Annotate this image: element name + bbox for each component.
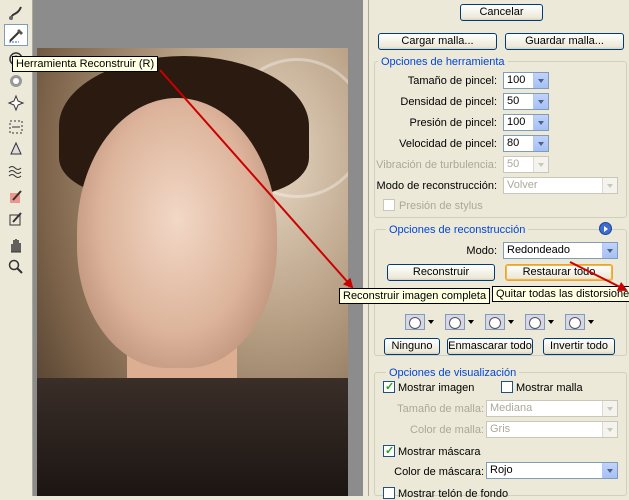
- chevron-down-icon: [602, 422, 617, 437]
- chevron-down-icon[interactable]: [602, 463, 617, 478]
- show-mask-label: Mostrar máscara: [398, 446, 481, 458]
- tool-options-legend: Opciones de herramienta: [378, 56, 508, 68]
- chevron-down-icon: [602, 178, 617, 193]
- pucker-icon[interactable]: [4, 70, 28, 92]
- brush-rate-input[interactable]: 80: [503, 135, 549, 152]
- brush-pressure-input[interactable]: 100: [503, 114, 549, 131]
- show-backdrop-label: Mostrar telón de fondo: [398, 488, 509, 500]
- reconstruct-tooltip: Reconstruir imagen completa: [339, 288, 491, 304]
- reconstruct-icon[interactable]: [4, 24, 28, 46]
- mask-intersect-icon[interactable]: [525, 314, 554, 330]
- warp-icon[interactable]: [4, 2, 28, 24]
- mirror-icon[interactable]: [4, 138, 28, 160]
- mask-color-select[interactable]: Rojo: [486, 462, 618, 479]
- reconstruct-button[interactable]: Reconstruir: [387, 264, 495, 281]
- hand-icon[interactable]: [4, 234, 28, 256]
- turbulence-icon[interactable]: [4, 160, 28, 182]
- mesh-size-label: Tamaño de malla:: [397, 403, 484, 415]
- chevron-down-icon[interactable]: [533, 94, 548, 109]
- mask-none-button[interactable]: Ninguno: [384, 338, 440, 355]
- brush-pressure-label: Presión de pincel:: [409, 117, 497, 129]
- invert-all-button[interactable]: Invertir todo: [543, 338, 615, 355]
- stylus-pressure-label: Presión de stylus: [399, 200, 483, 212]
- mesh-color-select: Gris: [486, 421, 618, 438]
- brush-size-label: Tamaño de pincel:: [407, 75, 497, 87]
- brush-rate-label: Velocidad de pincel:: [399, 138, 497, 150]
- mask-add-icon[interactable]: [445, 314, 474, 330]
- mesh-size-select: Mediana: [486, 400, 618, 417]
- zoom-icon[interactable]: [4, 256, 28, 278]
- panel-menu-icon[interactable]: [599, 222, 612, 235]
- bloat-icon[interactable]: [4, 92, 28, 114]
- turbulent-jitter-label: Vibración de turbulencia:: [376, 159, 497, 171]
- chevron-down-icon[interactable]: [533, 73, 548, 88]
- liquify-toolbar: [0, 0, 33, 496]
- reconstruct-options-legend: Opciones de reconstrucción: [386, 224, 529, 236]
- chevron-down-icon: [602, 401, 617, 416]
- mesh-color-label: Color de malla:: [410, 424, 484, 436]
- view-options-legend: Opciones de visualización: [386, 367, 520, 379]
- brush-density-input[interactable]: 50: [503, 93, 549, 110]
- cancel-button[interactable]: Cancelar: [460, 4, 543, 21]
- preview-image[interactable]: [37, 48, 348, 496]
- chevron-down-icon[interactable]: [533, 115, 548, 130]
- show-mask-checkbox[interactable]: [383, 444, 395, 457]
- show-mesh-label: Mostrar malla: [516, 382, 583, 394]
- mode-select[interactable]: Redondeado: [503, 242, 618, 259]
- restore-all-button[interactable]: Restaurar todo: [505, 264, 613, 281]
- chevron-down-icon[interactable]: [533, 136, 548, 151]
- mask-invert-icon[interactable]: [565, 314, 594, 330]
- chevron-down-icon: [533, 157, 548, 172]
- reconstruct-mode-label: Modo de reconstrucción:: [376, 180, 497, 192]
- restore-tooltip: Quitar todas las distorsiones: [492, 286, 629, 302]
- reconstruct-mode-select: Volver: [503, 177, 618, 194]
- mask-color-label: Color de máscara:: [394, 466, 484, 478]
- mode-label: Modo:: [466, 245, 497, 257]
- save-mesh-button[interactable]: Guardar malla...: [505, 33, 624, 50]
- show-backdrop-checkbox[interactable]: [383, 487, 395, 499]
- mask-replace-icon[interactable]: [405, 314, 434, 330]
- push-left-icon[interactable]: [4, 116, 28, 138]
- tool-tooltip: Herramienta Reconstruir (R): [12, 56, 159, 72]
- show-image-checkbox[interactable]: [383, 380, 395, 393]
- stylus-pressure-checkbox: [383, 199, 395, 211]
- load-mesh-button[interactable]: Cargar malla...: [378, 33, 497, 50]
- show-image-label: Mostrar imagen: [398, 382, 475, 394]
- chevron-down-icon[interactable]: [602, 243, 617, 258]
- mask-subtract-icon[interactable]: [485, 314, 514, 330]
- thaw-mask-icon[interactable]: [4, 208, 28, 230]
- brush-density-label: Densidad de pincel:: [400, 96, 497, 108]
- options-panel: Cancelar Cargar malla... Guardar malla..…: [368, 0, 629, 500]
- brush-size-input[interactable]: 100: [503, 72, 549, 89]
- turbulent-jitter-input: 50: [503, 156, 549, 173]
- show-mesh-checkbox[interactable]: [501, 381, 513, 393]
- freeze-mask-icon[interactable]: [4, 186, 28, 208]
- mask-all-button[interactable]: Enmascarar todo: [447, 338, 533, 355]
